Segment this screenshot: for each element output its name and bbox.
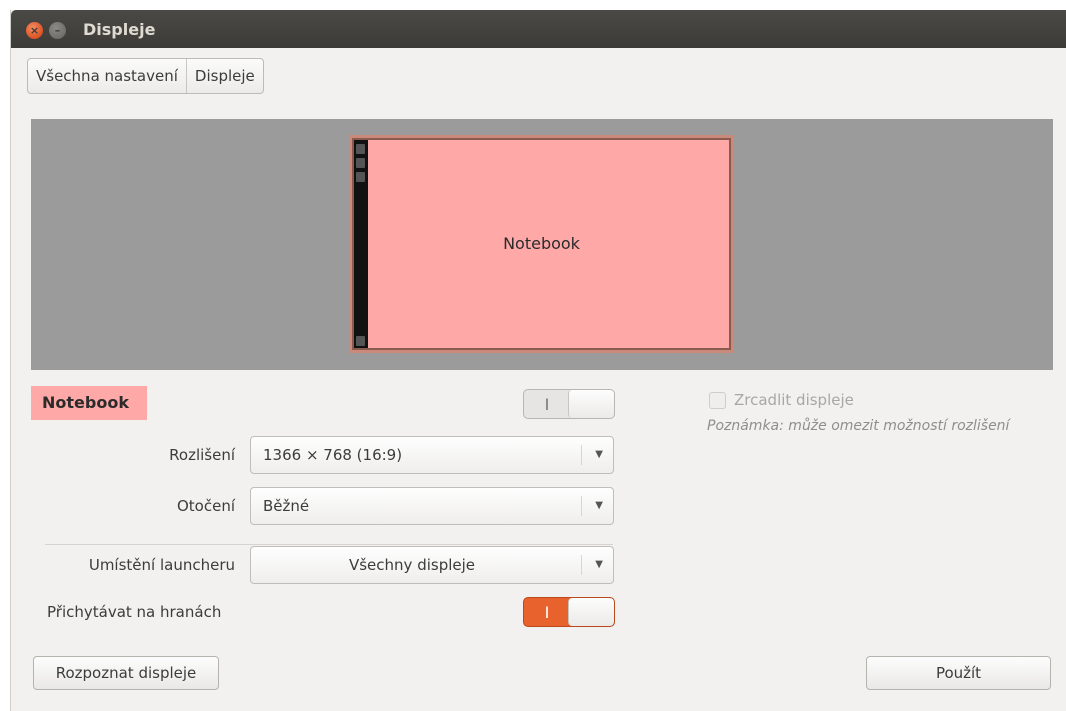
mirror-displays-label: Zrcadlit displeje <box>734 391 854 409</box>
switch-on-glyph: I <box>544 602 550 622</box>
displays-window: × – Displeje Všechna nastavení Displeje … <box>10 10 1066 711</box>
window-title: Displeje <box>83 20 156 39</box>
launcher-position-label: Umístění launcheru <box>88 556 235 574</box>
resolution-dropdown[interactable]: 1366 × 768 (16:9) ▼ <box>250 436 614 474</box>
detect-displays-button[interactable]: Rozpoznat displeje <box>33 656 219 690</box>
rotation-dropdown[interactable]: Běžné ▼ <box>250 487 614 525</box>
mirror-displays-checkbox[interactable]: Zrcadlit displeje <box>709 391 854 409</box>
dropdown-separator <box>581 555 582 575</box>
launcher-position-value: Všechny displeje <box>348 556 476 574</box>
apply-button[interactable]: Použít <box>866 656 1051 690</box>
mirror-note: Poznámka: může omezit možností rozlišení <box>707 418 1010 434</box>
launcher-icon <box>356 158 365 168</box>
switch-knob <box>568 390 614 418</box>
display-enabled-switch[interactable]: I <box>523 389 615 419</box>
launcher-icon <box>356 144 365 154</box>
dropdown-separator <box>581 496 582 516</box>
rotation-label: Otočení <box>176 497 235 515</box>
titlebar: × – Displeje <box>11 10 1066 48</box>
display-name-badge: Notebook <box>31 386 147 420</box>
launcher-icon <box>356 336 365 346</box>
rotation-value: Běžné <box>263 497 310 515</box>
launcher-icon <box>356 172 365 182</box>
sticky-edges-label: Přichytávat na hranách <box>47 603 222 621</box>
switch-knob <box>568 598 614 626</box>
chevron-down-icon: ▼ <box>595 449 603 460</box>
section-divider <box>45 544 613 545</box>
close-icon[interactable]: × <box>26 22 43 39</box>
switch-on-glyph: I <box>544 394 550 414</box>
breadcrumb: Všechna nastavení Displeje <box>27 58 264 94</box>
monitor-label: Notebook <box>503 234 580 253</box>
minimize-icon[interactable]: – <box>49 22 66 39</box>
resolution-value: 1366 × 768 (16:9) <box>263 446 403 464</box>
monitor-preview[interactable]: Notebook <box>349 135 734 353</box>
sticky-edges-switch[interactable]: I <box>523 597 615 627</box>
resolution-label: Rozlišení <box>169 446 235 464</box>
chevron-down-icon: ▼ <box>595 500 603 511</box>
launcher-position-dropdown[interactable]: Všechny displeje ▼ <box>250 546 614 584</box>
display-arrangement-preview: Notebook <box>31 119 1053 370</box>
chevron-down-icon: ▼ <box>595 559 603 570</box>
breadcrumb-all-settings[interactable]: Všechna nastavení <box>28 59 186 93</box>
dropdown-separator <box>581 445 582 465</box>
breadcrumb-displays[interactable]: Displeje <box>185 59 263 93</box>
checkbox-icon <box>709 391 726 409</box>
